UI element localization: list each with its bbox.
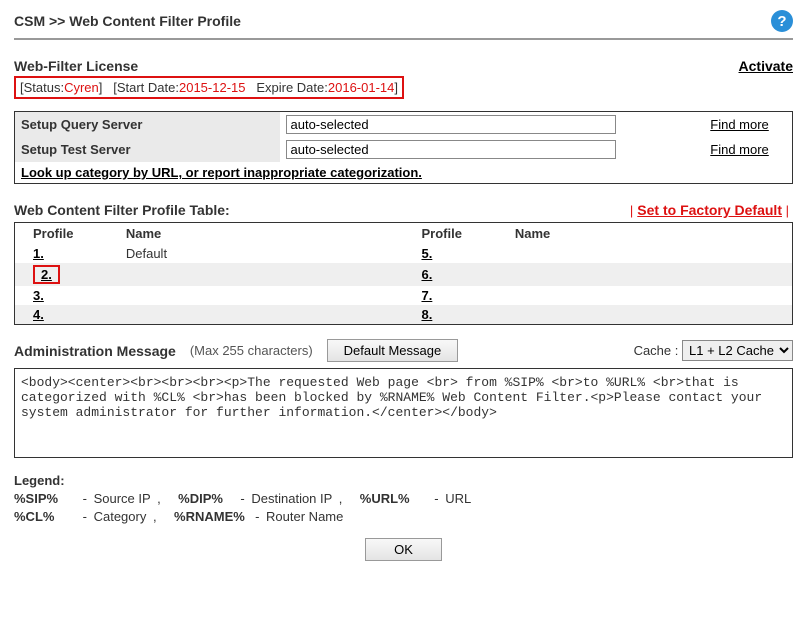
profile-name-5 bbox=[497, 244, 793, 263]
cache-label: Cache : bbox=[634, 343, 679, 358]
start-date: 2015-12-15 bbox=[179, 80, 246, 95]
legend-desc-sip: Source IP bbox=[94, 491, 151, 506]
default-message-button[interactable]: Default Message bbox=[327, 339, 459, 362]
admin-message-textarea[interactable] bbox=[14, 368, 793, 458]
test-server-input[interactable] bbox=[286, 140, 616, 159]
license-status-box: [Status:Cyren] [Start Date:2015-12-15 Ex… bbox=[14, 76, 404, 99]
lookup-link[interactable]: Look up category by URL, or report inapp… bbox=[21, 165, 422, 180]
profile-name-1: Default bbox=[108, 244, 404, 263]
profile-name-7 bbox=[497, 286, 793, 305]
profile-table: Profile Name Profile Name 1. Default 5. … bbox=[14, 222, 793, 325]
legend-key-sip: %SIP% bbox=[14, 491, 76, 506]
legend: Legend: %SIP% - Source IP , %DIP% - Dest… bbox=[14, 473, 793, 524]
profile-name-2 bbox=[108, 263, 404, 286]
legend-desc-cl: Category bbox=[94, 509, 147, 524]
legend-desc-url: URL bbox=[445, 491, 471, 506]
status-label: Status: bbox=[24, 80, 64, 95]
find-more-query[interactable]: Find more bbox=[710, 117, 769, 132]
cache-select[interactable]: L1 + L2 Cache bbox=[682, 340, 793, 361]
col-name-l: Name bbox=[108, 223, 404, 245]
profile-name-3 bbox=[108, 286, 404, 305]
profile-name-6 bbox=[497, 263, 793, 286]
query-server-label: Setup Query Server bbox=[15, 112, 280, 138]
profile-link-3[interactable]: 3. bbox=[33, 288, 44, 303]
profile-table-title: Web Content Filter Profile Table: bbox=[14, 202, 230, 218]
find-more-test[interactable]: Find more bbox=[710, 142, 769, 157]
profile-link-1[interactable]: 1. bbox=[33, 246, 44, 261]
col-name-r: Name bbox=[497, 223, 793, 245]
divider bbox=[14, 38, 793, 40]
profile-link-2[interactable]: 2. bbox=[41, 267, 52, 282]
profile-name-4 bbox=[108, 305, 404, 325]
col-profile-l: Profile bbox=[15, 223, 108, 245]
profile-link-8[interactable]: 8. bbox=[421, 307, 432, 322]
legend-key-rname: %RNAME% bbox=[174, 509, 245, 524]
legend-key-dip: %DIP% bbox=[178, 491, 223, 506]
expire-date: 2016-01-14 bbox=[328, 80, 395, 95]
profile-name-8 bbox=[497, 305, 793, 325]
factory-sep: | bbox=[630, 203, 633, 218]
status-value: Cyren bbox=[64, 80, 99, 95]
activate-link[interactable]: Activate bbox=[739, 58, 793, 74]
profile-link-4[interactable]: 4. bbox=[33, 307, 44, 322]
profile-link-6[interactable]: 6. bbox=[421, 267, 432, 282]
expire-label: Expire Date: bbox=[256, 80, 328, 95]
legend-key-url: %URL% bbox=[360, 491, 410, 506]
legend-key-cl: %CL% bbox=[14, 509, 76, 524]
server-setup-table: Setup Query Server Find more Setup Test … bbox=[14, 111, 793, 184]
test-server-label: Setup Test Server bbox=[15, 137, 280, 162]
profile-link-5[interactable]: 5. bbox=[421, 246, 432, 261]
factory-sep2: | bbox=[782, 203, 789, 218]
admin-title: Administration Message bbox=[14, 343, 176, 359]
legend-desc-rname: Router Name bbox=[266, 509, 343, 524]
legend-title: Legend: bbox=[14, 473, 793, 488]
ok-button[interactable]: OK bbox=[365, 538, 442, 561]
breadcrumb: CSM >> Web Content Filter Profile bbox=[14, 13, 241, 29]
col-profile-r: Profile bbox=[403, 223, 496, 245]
profile-link-7[interactable]: 7. bbox=[421, 288, 432, 303]
help-icon[interactable]: ? bbox=[771, 10, 793, 32]
license-title: Web-Filter License bbox=[14, 58, 138, 74]
factory-reset-link[interactable]: Set to Factory Default bbox=[637, 202, 782, 218]
query-server-input[interactable] bbox=[286, 115, 616, 134]
legend-desc-dip: Destination IP bbox=[251, 491, 332, 506]
start-label: Start Date: bbox=[117, 80, 179, 95]
maxchars-label: (Max 255 characters) bbox=[190, 343, 313, 358]
